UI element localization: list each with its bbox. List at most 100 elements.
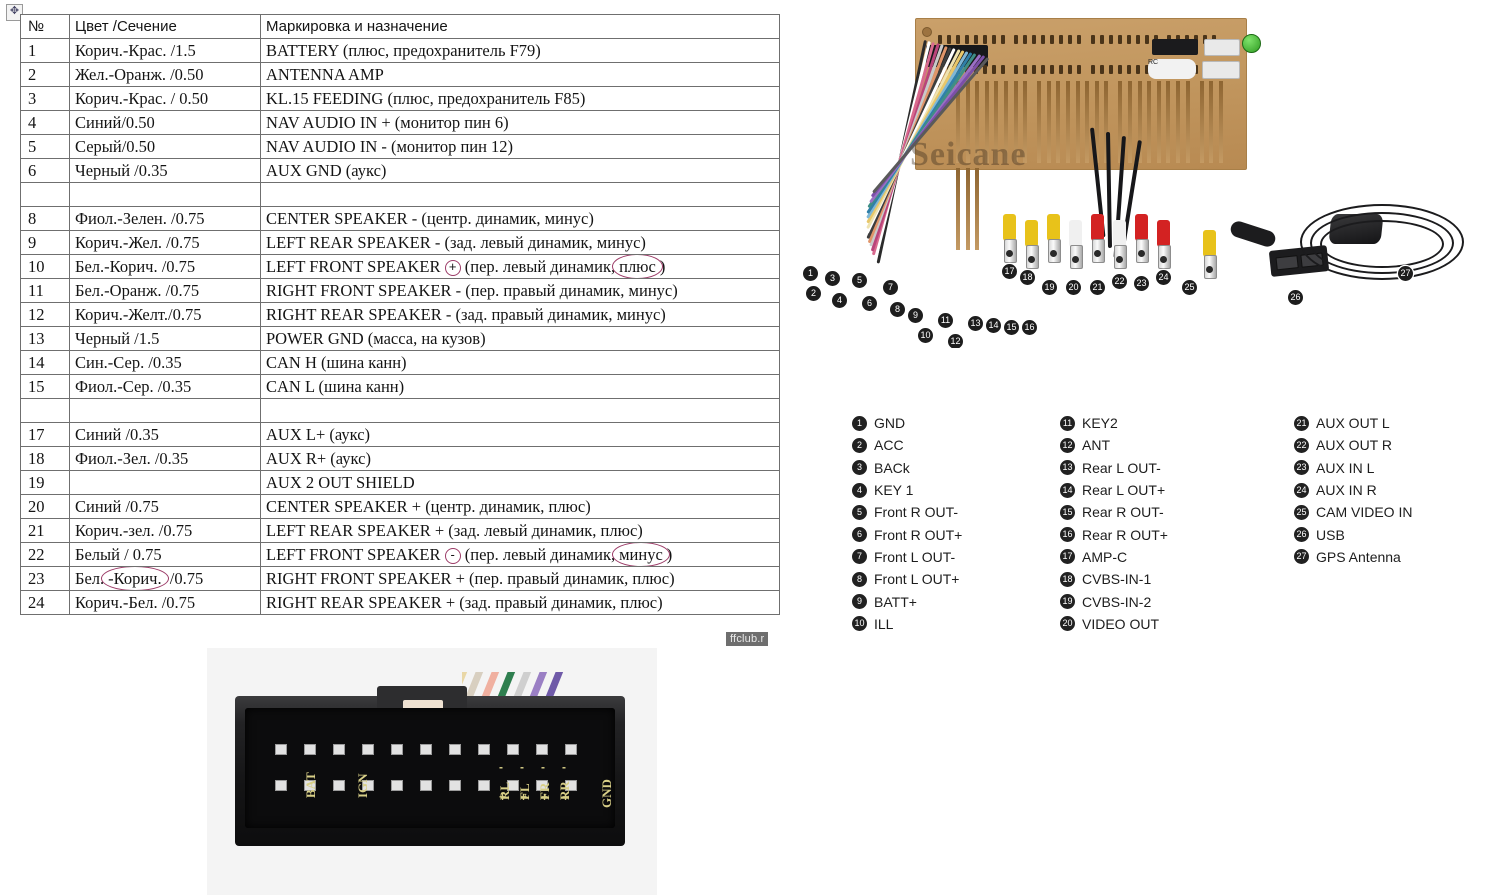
legend-number-badge: 27 <box>1294 549 1309 565</box>
legend-column-2: 11 KEY2 12 ANT 13 Rear L OUT- 14 Rear L OUT+ 15 R… <box>1060 412 1168 635</box>
cell-number: 13 <box>20 326 70 351</box>
cell-color-section: Синий/0.50 <box>69 110 261 135</box>
legend-number-badge: 22 <box>1294 437 1309 453</box>
rca-plug <box>1068 220 1083 269</box>
rca-plug <box>1156 220 1171 269</box>
cell-color-section <box>69 470 261 495</box>
cell-color-section: Син.-Сер. /0.35 <box>69 350 261 375</box>
legend-item: 1 GND <box>852 412 962 434</box>
legend-label: ANT <box>1082 437 1110 454</box>
legend-label: CVBS-IN-1 <box>1082 571 1152 588</box>
cell-number: 15 <box>20 374 70 399</box>
watermark-table: ffclub.r <box>726 632 769 646</box>
marking-text-post: ) <box>659 256 666 276</box>
legend-number-badge: 19 <box>1060 594 1075 610</box>
legend-label: ILL <box>874 615 894 632</box>
connector-label-gnd: GND <box>599 779 614 808</box>
cell-marking: AUX L+ (аукс) <box>260 422 780 447</box>
legend-item: 17 AMP-C <box>1060 546 1168 568</box>
cell-color-section: Синий /0.75 <box>69 494 261 519</box>
legend-label: Front R OUT- <box>874 504 959 521</box>
legend-item: 2 ACC <box>852 434 962 456</box>
legend-label: ACC <box>874 437 904 454</box>
legend-label: Rear R OUT+ <box>1082 526 1168 543</box>
legend-label: CVBS-IN-2 <box>1082 593 1152 610</box>
table-row: 19 AUX 2 OUT SHIELD <box>20 470 780 495</box>
legend-label: AUX IN R <box>1316 482 1377 499</box>
marking-text-mid: (пер. левый динамик, <box>464 544 616 564</box>
gps-antenna-jack <box>1242 34 1261 53</box>
legend-item: 14 Rear L OUT+ <box>1060 479 1168 501</box>
cell-number: 17 <box>20 422 70 447</box>
legend-item: 19 CVBS-IN-2 <box>1060 590 1168 612</box>
photo-callout-9: 9 <box>908 308 923 323</box>
photo-callout-20: 20 <box>1066 280 1081 295</box>
legend-label: AMP-C <box>1082 548 1128 565</box>
cell-number: 8 <box>20 206 70 231</box>
cell-number: 3 <box>20 86 70 111</box>
legend-number-badge: 8 <box>852 571 867 587</box>
cell-color-section: Корич.-Жел. /0.75 <box>69 230 261 255</box>
legend-number-badge: 12 <box>1060 437 1075 453</box>
legend-item: 22 AUX OUT R <box>1294 434 1412 456</box>
photo-callout-13: 13 <box>968 316 983 331</box>
chassis-black-connector-1 <box>1152 39 1198 55</box>
cell-color-section: Черный /1.5 <box>69 326 261 351</box>
photo-callout-25: 25 <box>1182 280 1197 295</box>
photo-callout-5: 5 <box>852 273 867 288</box>
legend-label: Front L OUT+ <box>874 571 960 588</box>
color-annotation-circled: -Корич. <box>101 567 170 590</box>
connector-pin <box>565 744 577 755</box>
legend-item: 21 AUX OUT L <box>1294 412 1412 434</box>
cell-number: 7 <box>20 182 70 207</box>
head-unit-photo: RC Seicane 1 2 3 4 5 6 7 8 9 10 11 12 13 14 15 16 17 18 19… <box>790 8 1490 348</box>
legend-label: GPS Antenna <box>1316 548 1401 565</box>
rca-plug <box>1024 220 1039 269</box>
legend-number-badge: 6 <box>852 527 867 543</box>
cell-marking: AUX 2 OUT SHIELD <box>260 470 780 495</box>
table-row: 13 Черный /1.5 POWER GND (масса, на кузов) <box>20 326 780 351</box>
photo-callout-2: 2 <box>806 286 821 301</box>
cell-color-section: Бел.-Корич. /0.75 <box>69 566 261 591</box>
legend-label: Front L OUT- <box>874 548 956 565</box>
cell-number: 2 <box>20 62 70 87</box>
table-header-row: № Цвет /Сечение Маркировка и назначение <box>20 14 780 39</box>
legend-item: 23 AUX IN L <box>1294 457 1412 479</box>
marking-annotation-circled: минус <box>612 543 670 566</box>
rca-plug-camera-video-in <box>1202 230 1217 279</box>
legend-number-badge: 11 <box>1060 415 1075 431</box>
rca-plug <box>1134 214 1149 263</box>
photo-callout-16: 16 <box>1022 320 1037 335</box>
connector-pin <box>420 744 432 755</box>
cell-marking: KL.15 FEEDING (плюс, предохранитель F85) <box>260 86 780 111</box>
cell-marking: LEFT FRONT SPEAKER - (пер. левый динамик… <box>260 542 780 567</box>
legend-number-badge: 10 <box>852 616 867 632</box>
cell-color-section: Корич.-Желт./0.75 <box>69 302 261 327</box>
chassis-white-connector-2 <box>1202 61 1240 79</box>
legend-item: 26 USB <box>1294 523 1412 545</box>
column-header-number: № <box>20 14 70 39</box>
chassis-white-connector-1 <box>1204 39 1240 56</box>
cell-color-section: Корич.-Крас. / 0.50 <box>69 86 261 111</box>
cell-marking: RIGHT FRONT SPEAKER - (пер. правый динам… <box>260 278 780 303</box>
usb-cable-strain <box>1228 219 1278 249</box>
legend-label: VIDEO OUT <box>1082 615 1160 632</box>
rca-plug <box>1046 214 1061 263</box>
table-row: 6 Черный /0.35 AUX GND (аукс) <box>20 158 780 183</box>
photo-callout-24: 24 <box>1156 270 1171 285</box>
connector-pin <box>275 744 287 755</box>
legend-item: 12 ANT <box>1060 434 1168 456</box>
legend-item: 27 GPS Antenna <box>1294 546 1412 568</box>
connector-pin <box>304 744 316 755</box>
legend-number-badge: 24 <box>1294 482 1309 498</box>
cell-color-section: Черный /0.35 <box>69 158 261 183</box>
legend-number-badge: 1 <box>852 415 867 431</box>
connector-sign-plus: + <box>541 790 549 804</box>
cell-marking: AUX GND (аукс) <box>260 158 780 183</box>
legend-label: Rear L OUT- <box>1082 459 1161 476</box>
cell-number: 16 <box>20 398 70 423</box>
connector-pin <box>507 744 519 755</box>
legend-number-badge: 5 <box>852 504 867 520</box>
legend-item: 7 Front L OUT- <box>852 546 962 568</box>
table-row: 5 Серый/0.50 NAV AUDIO IN - (монитор пин 1… <box>20 134 780 159</box>
